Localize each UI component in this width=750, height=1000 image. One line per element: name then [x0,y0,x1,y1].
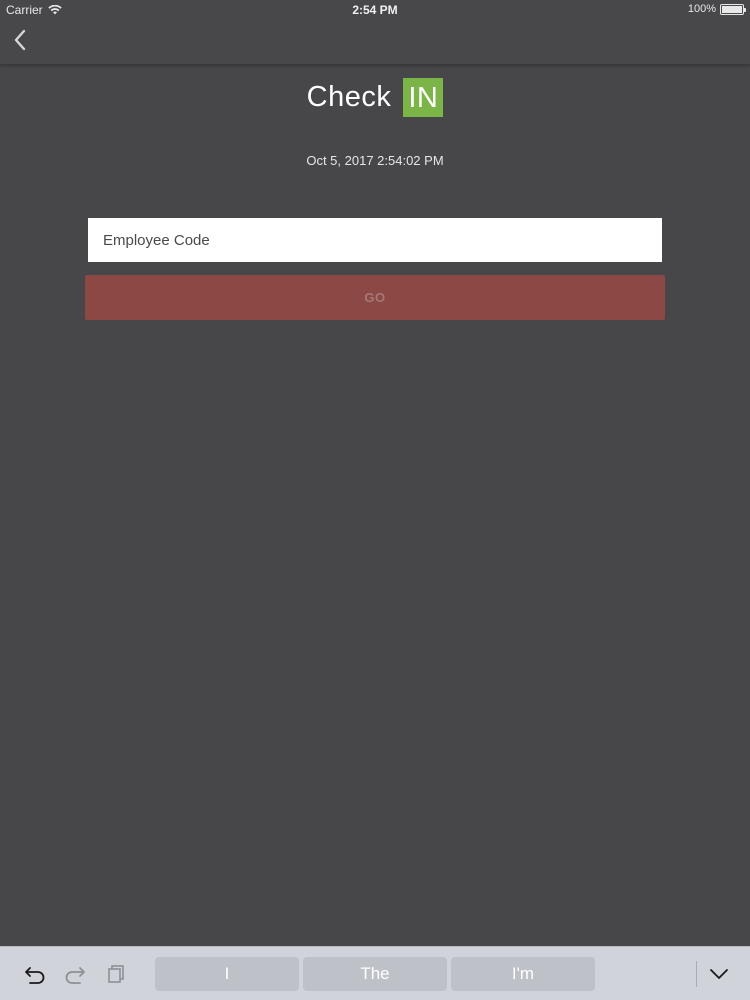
suggestion-item[interactable]: I [155,957,299,991]
status-time: 2:54 PM [352,3,398,17]
navigation-bar [0,20,750,65]
dismiss-keyboard-button[interactable] [708,963,730,985]
title-word: Check [306,81,392,113]
redo-icon [65,967,85,984]
go-button[interactable]: GO [85,275,665,320]
status-bar: Carrier 2:54 PM 100% [0,0,750,20]
undo-button[interactable] [24,963,46,985]
paste-icon [108,965,124,983]
suggestion-item[interactable]: I'm [451,957,595,991]
battery-icon [720,3,746,15]
employee-code-input[interactable] [88,218,662,262]
title-badge: IN [403,78,444,117]
keyboard-shortcut-bar: I The I'm [0,946,750,1000]
back-button[interactable] [6,26,34,54]
battery-fill [722,5,742,13]
page-title: Check IN [0,78,750,117]
paste-button[interactable] [105,963,127,985]
current-datetime: Oct 5, 2017 2:54:02 PM [306,153,444,168]
redo-button[interactable] [64,963,86,985]
dismiss-keyboard-icon [710,969,728,979]
battery-percent: 100% [687,3,716,15]
keyboard-bar-divider [696,961,697,987]
suggestion-item[interactable]: The [303,957,447,991]
battery-status: 100% [687,3,746,15]
undo-icon [25,967,45,984]
chevron-left-icon [14,29,26,51]
